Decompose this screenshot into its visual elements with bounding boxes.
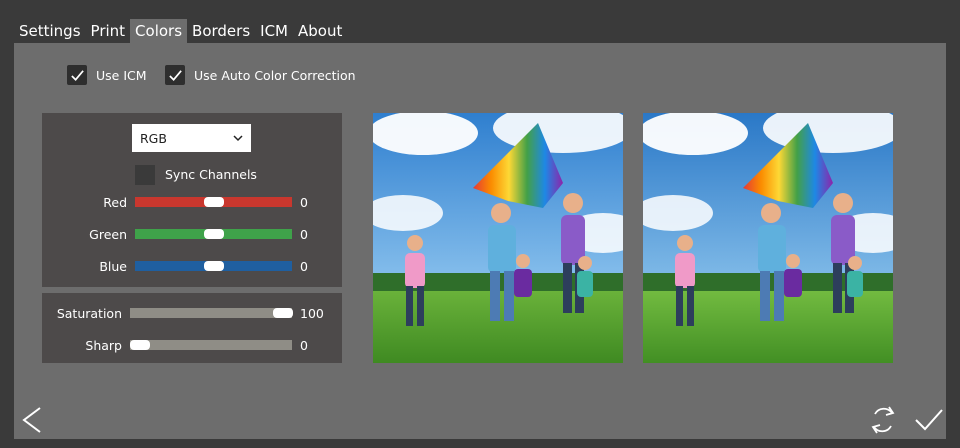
tab-settings[interactable]: Settings	[14, 19, 86, 43]
sharp-value: 0	[300, 338, 308, 353]
sync-channels-checkbox[interactable]	[135, 165, 155, 185]
auto-color-option[interactable]: Use Auto Color Correction	[165, 64, 356, 86]
checkmark-icon	[70, 69, 84, 81]
sharp-slider[interactable]	[130, 340, 292, 350]
tab-borders[interactable]: Borders	[187, 19, 255, 43]
tab-icm[interactable]: ICM	[255, 19, 293, 43]
saturation-value: 100	[300, 306, 324, 321]
tab-bar: Settings Print Colors Borders ICM About	[14, 19, 347, 43]
confirm-checkmark-icon[interactable]	[914, 407, 944, 433]
use-icm-option[interactable]: Use ICM	[67, 64, 147, 86]
blue-label: Blue	[99, 259, 127, 274]
sharp-slider-thumb[interactable]	[130, 340, 150, 350]
sharp-label: Sharp	[85, 338, 122, 353]
refresh-icon[interactable]	[868, 404, 898, 436]
sync-channels-label: Sync Channels	[165, 167, 257, 182]
tab-about[interactable]: About	[293, 19, 347, 43]
checkmark-icon	[168, 69, 182, 81]
red-slider-thumb[interactable]	[204, 197, 224, 207]
red-label: Red	[103, 195, 127, 210]
tab-colors[interactable]: Colors	[130, 19, 188, 43]
saturation-label: Saturation	[56, 306, 122, 321]
channel-select[interactable]: RGB	[132, 124, 251, 152]
chevron-left-icon[interactable]	[20, 406, 44, 434]
corrected-preview-image	[643, 113, 893, 363]
original-preview-image	[373, 113, 623, 363]
use-icm-checkbox[interactable]	[67, 65, 87, 85]
tab-print[interactable]: Print	[86, 19, 131, 43]
green-slider-thumb[interactable]	[204, 229, 224, 239]
green-label: Green	[89, 227, 127, 242]
use-icm-label: Use ICM	[96, 67, 147, 83]
auto-color-checkbox[interactable]	[165, 65, 185, 85]
green-value: 0	[300, 227, 308, 242]
red-value: 0	[300, 195, 308, 210]
saturation-slider-thumb[interactable]	[273, 308, 293, 318]
auto-color-label: Use Auto Color Correction	[194, 67, 356, 83]
saturation-slider[interactable]	[130, 308, 292, 318]
blue-value: 0	[300, 259, 308, 274]
channel-select-value: RGB	[140, 130, 167, 146]
blue-slider-thumb[interactable]	[204, 261, 224, 271]
chevron-down-icon	[233, 135, 243, 142]
